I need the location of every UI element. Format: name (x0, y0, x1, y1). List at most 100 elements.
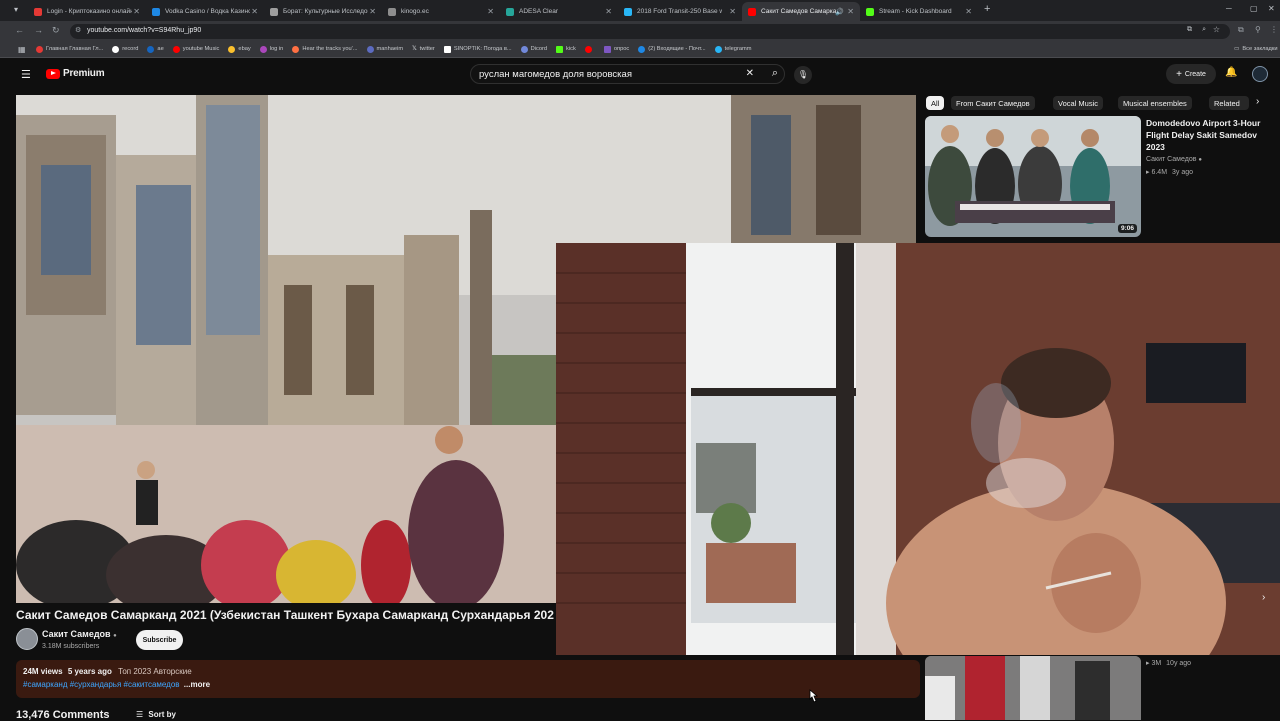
tab-close-icon[interactable]: ✕ (605, 7, 612, 16)
notifications-bell-icon[interactable]: 🔔 (1225, 67, 1237, 78)
site-info-icon[interactable]: ⚙ (75, 26, 81, 34)
recommendation-thumbnail[interactable]: 9:06 (925, 116, 1141, 237)
tab-close-icon[interactable]: ✕ (487, 7, 494, 16)
reload-icon[interactable]: ↻ (52, 25, 60, 36)
channel-name-text: Сакит Самедов (42, 629, 111, 639)
recommendation-title[interactable]: Domodedovo Airport 3-Hour Flight Delay S… (1146, 117, 1270, 153)
sort-comments-button[interactable]: ☰ Sort by (136, 710, 176, 719)
hamburger-menu-icon[interactable]: ☰ (21, 68, 31, 81)
tab-favicon (270, 7, 278, 16)
tab-search-icon[interactable]: ▾ (14, 5, 18, 14)
bookmark-item[interactable]: kick (556, 45, 576, 53)
chip-musical-ensembles[interactable]: Musical ensembles (1118, 96, 1192, 110)
apps-grid-icon[interactable]: ▦ (18, 45, 26, 54)
tab-close-icon[interactable]: ✕ (847, 7, 854, 16)
bookmark-icon (172, 45, 180, 53)
url-text: youtube.com/watch?v=S94Rhu_jp90 (87, 27, 202, 34)
subscriber-count-text: 3.18M subscribers (42, 643, 100, 650)
subscribe-button[interactable]: Subscribe (136, 630, 183, 650)
bookmark-item[interactable]: log in (259, 45, 283, 53)
search-query-text: руслан магомедов доля воровская (479, 69, 632, 80)
bookmark-item[interactable]: Главная Главная Гл... (36, 45, 104, 53)
mouse-cursor-icon (809, 689, 818, 703)
chip-vocal-music[interactable]: Vocal Music (1053, 96, 1104, 110)
install-icon[interactable]: ⧉ (1187, 26, 1192, 34)
bookmark-item[interactable]: Dicord (520, 45, 547, 53)
maximize-icon[interactable]: ▢ (1250, 4, 1258, 13)
chip-all[interactable]: All (926, 96, 945, 110)
tab-close-icon[interactable]: ✕ (729, 7, 736, 16)
tab-adesa[interactable]: ADESA Clear ✕ (500, 2, 618, 21)
bookmark-label: telegramm (724, 46, 752, 52)
bookmark-item[interactable]: опрос (603, 45, 629, 53)
zoom-icon[interactable]: ⌕ (1202, 26, 1206, 34)
scroll-right-icon[interactable]: › (1262, 592, 1265, 603)
avatar[interactable] (1252, 66, 1268, 82)
tab-kick-dashboard[interactable]: Stream - Kick Dashboard ✕ (860, 2, 978, 21)
voice-search-icon[interactable]: 🎙 (794, 66, 812, 84)
bookmark-star-icon[interactable]: ☆ (1213, 25, 1220, 34)
tab-favicon (34, 7, 42, 16)
bookmark-item[interactable]: ae (147, 45, 164, 53)
recommendation-thumbnail[interactable] (925, 656, 1141, 720)
bookmark-item[interactable]: ebay (228, 45, 251, 53)
minimize-icon[interactable]: ─ (1226, 4, 1232, 13)
chip-from-channel[interactable]: From Сакит Самедов (951, 96, 1035, 110)
tab-close-icon[interactable]: ✕ (133, 7, 140, 16)
profile-icon[interactable]: ⚲ (1255, 25, 1261, 34)
thumbnail-image (925, 116, 1141, 237)
clear-search-icon[interactable]: ✕ (746, 68, 754, 79)
tab-title: Борат: Культурные Исследова... (283, 8, 368, 15)
create-button[interactable]: + Create (1166, 64, 1216, 84)
bookmark-item[interactable]: telegramm (714, 45, 752, 53)
chip-label: Musical ensembles (1123, 98, 1187, 108)
extensions-icon[interactable]: ⧉ (1238, 25, 1244, 35)
tab-close-icon[interactable]: ✕ (965, 7, 972, 16)
tab-borat[interactable]: Борат: Культурные Исследова... ✕ (264, 2, 382, 21)
bookmark-item[interactable]: manhaeim (366, 45, 403, 53)
address-bar[interactable]: ⚙ youtube.com/watch?v=S94Rhu_jp90 ⧉ ⌕ ☆ (70, 24, 1230, 39)
bookmark-item[interactable]: 𝕏twitter (412, 46, 435, 52)
tab-ford-transit[interactable]: 2018 Ford Transit-250 Base w/... ✕ (618, 2, 742, 21)
speaker-icon[interactable]: 🔊 (835, 8, 844, 16)
search-icon[interactable]: ⌕ (772, 67, 778, 80)
webcam-overlay (556, 243, 1280, 655)
recommendation-channel[interactable]: Сакит Самедов ● (1146, 156, 1202, 163)
tab-close-icon[interactable]: ✕ (251, 7, 258, 16)
menu-icon[interactable]: ⋮ (1270, 25, 1278, 34)
bookmark-item[interactable]: record (112, 45, 139, 53)
channel-avatar[interactable] (16, 628, 38, 650)
chip-related[interactable]: Related (1209, 96, 1249, 110)
sort-icon: ☰ (136, 710, 144, 719)
bookmark-item[interactable]: youtube Music (172, 45, 219, 53)
tab-youtube-video[interactable]: Сакит Самедов Самарка... 🔊 ✕ (742, 2, 860, 21)
tab-kinogo[interactable]: kinogo.ec ✕ (382, 2, 500, 21)
youtube-premium-logo[interactable]: Premium (46, 68, 105, 79)
bookmark-label: record (122, 46, 139, 52)
tab-title: Login - Криптоказино онлайн (47, 8, 132, 15)
search-input[interactable]: руслан магомедов доля воровская ✕ ⌕ (470, 64, 785, 84)
new-tab-button[interactable]: + (984, 3, 990, 15)
bookmark-item[interactable]: (2) Входящие - Почт... (638, 45, 706, 53)
tab-title: 2018 Ford Transit-250 Base w/... (637, 8, 722, 15)
back-icon[interactable]: ← (15, 25, 24, 35)
show-more-link[interactable]: ...more (184, 680, 210, 689)
forward-icon[interactable]: → (34, 25, 43, 35)
all-bookmarks[interactable]: ▭ Все закладки (1234, 46, 1278, 52)
tab-login-casino[interactable]: Login - Криптоказино онлайн ✕ (28, 2, 146, 21)
channel-name[interactable]: Сакит Самедов ● (42, 629, 117, 639)
tab-title: ADESA Clear (519, 8, 559, 15)
description-box[interactable]: 24M views 5 years ago Топ 2023 Авторские… (16, 660, 920, 698)
bookmark-label: Главная Главная Гл... (46, 46, 104, 52)
tab-favicon (866, 7, 874, 16)
hashtag-links[interactable]: #самарканд #сурхандарья #сакитсамедов (23, 680, 180, 689)
tab-close-icon[interactable]: ✕ (369, 7, 376, 16)
mail-icon (638, 45, 646, 53)
chips-next-icon[interactable]: › (1256, 96, 1259, 107)
tab-vodka-casino[interactable]: Vodka Casino / Водка Казино ✕ (146, 2, 264, 21)
bookmark-item[interactable] (584, 45, 595, 53)
logo-text: Premium (63, 68, 105, 79)
close-window-icon[interactable]: ✕ (1268, 4, 1275, 13)
bookmark-item[interactable]: Hear the tracks you'... (292, 45, 358, 53)
bookmark-item[interactable]: SINOPTIK: Погода в... (443, 45, 512, 53)
